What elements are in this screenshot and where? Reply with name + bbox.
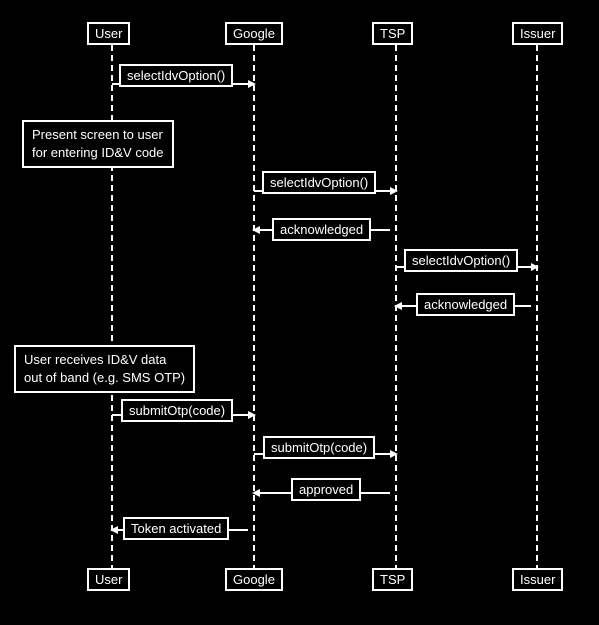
msg-submit-otp-2: submitOtp(code): [263, 436, 375, 459]
msg-approved: approved: [291, 478, 361, 501]
msg-acknowledged-1: acknowledged: [272, 218, 371, 241]
msg-token-activated: Token activated: [123, 517, 229, 540]
note-user-receives: User receives ID&V dataout of band (e.g.…: [14, 345, 195, 393]
sequence-diagram: User Google TSP Issuer User Google TSP I…: [0, 0, 599, 625]
participant-user-bottom: User: [87, 568, 130, 591]
participant-tsp-bottom: TSP: [372, 568, 413, 591]
msg-submit-otp-1: submitOtp(code): [121, 399, 233, 422]
participant-google-bottom: Google: [225, 568, 283, 591]
msg-select-idv-1: selectIdvOption(): [119, 64, 233, 87]
participant-issuer-top: Issuer: [512, 22, 563, 45]
participant-issuer-bottom: Issuer: [512, 568, 563, 591]
participant-tsp-top: TSP: [372, 22, 413, 45]
msg-select-idv-3: selectIdvOption(): [404, 249, 518, 272]
msg-select-idv-2: selectIdvOption(): [262, 171, 376, 194]
participant-google-top: Google: [225, 22, 283, 45]
msg-acknowledged-2: acknowledged: [416, 293, 515, 316]
note-present-screen: Present screen to userfor entering ID&V …: [22, 120, 174, 168]
participant-user-top: User: [87, 22, 130, 45]
